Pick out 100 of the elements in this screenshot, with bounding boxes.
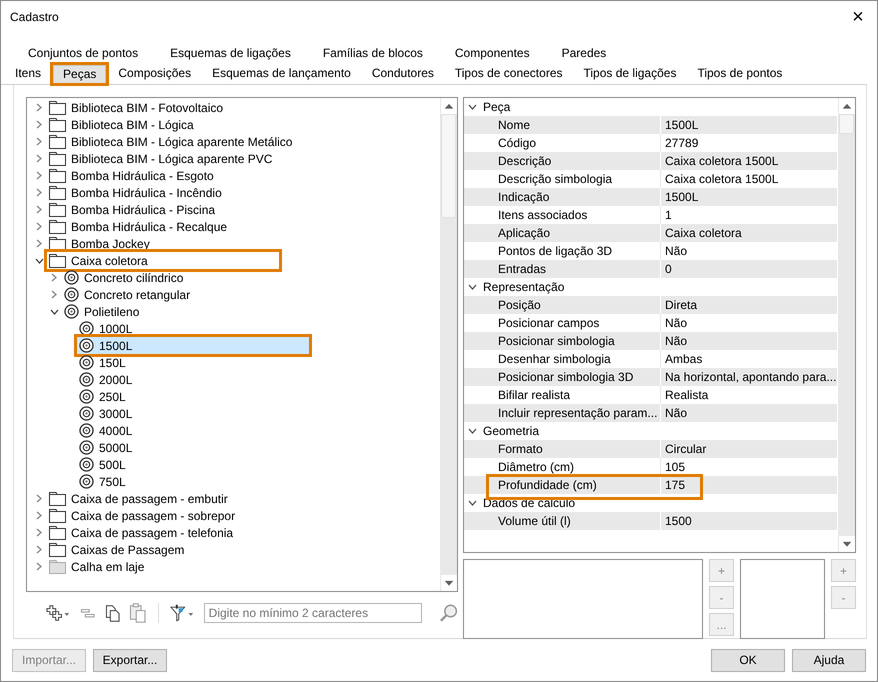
chevron-right-icon[interactable] (35, 120, 43, 129)
property-value[interactable]: 0 (661, 260, 837, 278)
tree-item[interactable]: Biblioteca BIM - Lógica aparente PVC (47, 150, 279, 167)
tree-item[interactable]: Bomba Hidráulica - Incêndio (47, 184, 279, 201)
target-icon (79, 406, 94, 421)
chevron-right-icon[interactable] (35, 137, 43, 146)
tree-item[interactable]: 250L (77, 388, 309, 405)
property-value[interactable]: 1500 (661, 512, 837, 530)
property-value[interactable]: Caixa coletora (661, 224, 837, 242)
tree-item[interactable]: 4000L (77, 422, 309, 439)
tree-item[interactable]: Polietileno (62, 303, 294, 320)
chevron-right-icon[interactable] (35, 222, 43, 231)
search-icon[interactable] (438, 603, 458, 623)
tree-item[interactable]: Bomba Hidráulica - Piscina (47, 201, 279, 218)
tree-item[interactable]: 1500L (77, 337, 309, 354)
scrollbar[interactable] (439, 98, 457, 591)
footer-button[interactable]: Ajuda (792, 648, 866, 672)
target-icon (79, 474, 94, 489)
chevron-right-icon[interactable] (35, 205, 43, 214)
property-value[interactable]: 105 (661, 458, 837, 476)
property-value[interactable]: Circular (661, 440, 837, 458)
filter-dropdown-icon[interactable] (170, 604, 195, 622)
tree-item[interactable]: 3000L (77, 405, 309, 422)
chevron-right-icon[interactable] (35, 103, 43, 112)
property-value[interactable]: Não (661, 404, 837, 422)
add-dropdown-icon[interactable] (46, 604, 72, 622)
property-value[interactable]: 1 (661, 206, 837, 224)
paste-icon[interactable] (129, 603, 147, 623)
property-value[interactable]: Não (661, 332, 837, 350)
search-field[interactable]: Digite no mínimo 2 caracteres (204, 603, 422, 623)
chevron-down-icon[interactable] (468, 499, 477, 507)
tree-item[interactable]: Caixa de passagem - sobrepor (47, 507, 279, 524)
tree-item[interactable]: 1000L (77, 320, 309, 337)
tree-item[interactable]: Bomba Hidráulica - Esgoto (47, 167, 279, 184)
chevron-down-icon[interactable] (34, 256, 44, 264)
chevron-right-icon[interactable] (50, 290, 58, 299)
property-value[interactable]: 1500L (661, 116, 837, 134)
scroll-thumb[interactable] (839, 114, 854, 134)
property-value[interactable]: Direta (661, 296, 837, 314)
tree-item[interactable]: Caixas de Passagem (47, 541, 279, 558)
chevron-right-icon[interactable] (50, 273, 58, 282)
property-value[interactable]: Caixa coletora 1500L (661, 170, 837, 188)
tree-item[interactable]: 2000L (77, 371, 309, 388)
chevron-down-icon[interactable] (50, 308, 58, 316)
scroll-up-icon[interactable] (838, 98, 854, 114)
tree-item[interactable]: Bomba Hidráulica - Recalque (47, 218, 279, 235)
copy-icon[interactable] (104, 604, 120, 622)
chevron-down-icon[interactable] (468, 427, 477, 435)
tree-item[interactable]: Biblioteca BIM - Fotovoltaico (47, 99, 279, 116)
chevron-right-icon[interactable] (35, 154, 43, 163)
close-button[interactable]: × (843, 2, 873, 32)
scroll-up-icon[interactable] (440, 98, 456, 114)
target-icon (64, 304, 79, 319)
list-box[interactable] (463, 559, 703, 639)
chevron-right-icon[interactable] (35, 494, 43, 503)
tree-item[interactable]: 150L (77, 354, 309, 371)
chevron-right-icon[interactable] (35, 188, 43, 197)
target-icon (64, 287, 79, 302)
chevron-right-icon[interactable] (35, 239, 43, 248)
chevron-down-icon[interactable] (468, 283, 477, 291)
chevron-right-icon[interactable] (35, 528, 43, 537)
property-value[interactable]: 27789 (661, 134, 837, 152)
tree-item[interactable]: Caixa de passagem - embutir (47, 490, 279, 507)
folder-icon (49, 118, 66, 132)
category-label: Dados de cálculo (483, 496, 576, 510)
footer-button[interactable]: Exportar... (93, 648, 167, 672)
tree-item[interactable]: Caixa de passagem - telefonia (47, 524, 279, 541)
tree-item[interactable]: Bomba Jockey (47, 235, 279, 252)
list-box[interactable] (740, 559, 825, 639)
chevron-right-icon[interactable] (35, 171, 43, 180)
tree-item[interactable]: 5000L (77, 439, 309, 456)
chevron-right-icon[interactable] (35, 511, 43, 520)
chevron-down-icon[interactable] (468, 103, 477, 111)
tree-item[interactable]: 750L (77, 473, 309, 490)
footer-button[interactable]: OK (711, 648, 785, 672)
folder-icon (49, 100, 66, 114)
tree-item[interactable]: Biblioteca BIM - Lógica aparente Metálico (47, 133, 294, 150)
property-value[interactable]: Não (661, 314, 837, 332)
tree-item[interactable]: Biblioteca BIM - Lógica (47, 116, 279, 133)
tree-item[interactable]: Caixa coletora (47, 252, 279, 269)
property-value[interactable]: Ambas (661, 350, 837, 368)
property-value[interactable]: 1500L (661, 188, 837, 206)
scroll-down-icon[interactable] (838, 536, 854, 552)
target-icon (79, 372, 94, 387)
tab[interactable]: Peças (53, 65, 106, 83)
scrollbar[interactable] (837, 98, 855, 552)
folder-icon (49, 492, 66, 506)
scroll-thumb[interactable] (441, 114, 456, 218)
property-value[interactable]: Não (661, 242, 837, 260)
chevron-right-icon[interactable] (35, 545, 43, 554)
tree-item[interactable]: Concreto cilíndrico (62, 269, 294, 286)
folder-icon (49, 186, 66, 200)
property-value[interactable]: Na horizontal, apontando para... (661, 368, 837, 386)
property-value[interactable]: Realista (661, 386, 837, 404)
tree-item[interactable]: Concreto retangular (62, 286, 294, 303)
property-value[interactable]: 175 (661, 476, 837, 494)
property-value[interactable]: Caixa coletora 1500L (661, 152, 837, 170)
scroll-down-icon[interactable] (440, 575, 456, 591)
tree-item[interactable]: 500L (77, 456, 309, 473)
folder-icon (49, 236, 66, 250)
